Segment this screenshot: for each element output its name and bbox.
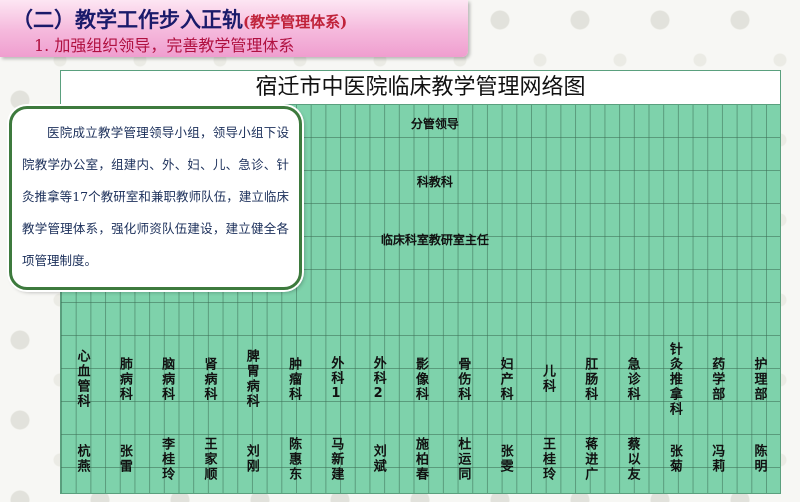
department-cell: 儿科 xyxy=(539,364,555,394)
director-name-cell: 王家顺 xyxy=(201,436,217,482)
chart-title: 宿迁市中医院临床教学管理网络图 xyxy=(61,71,780,105)
department-cell: 脾胃病科 xyxy=(243,349,259,409)
department-cell: 脑病科 xyxy=(159,356,175,402)
slide-title-note: (教学管理体系) xyxy=(243,13,348,31)
slide-title-text: （二）教学工作步入正轨 xyxy=(12,8,243,32)
director-name-cell: 陈惠东 xyxy=(286,436,302,482)
department-cell: 心血管科 xyxy=(74,349,90,409)
director-name-cell: 杭燕 xyxy=(74,444,90,474)
department-cell: 肾病科 xyxy=(201,356,217,402)
department-cell: 护理部 xyxy=(751,356,767,402)
slide-title: （二）教学工作步入正轨(教学管理体系) xyxy=(12,4,347,34)
level-label-education-dept: 科教科 xyxy=(416,175,453,189)
department-cell: 影像科 xyxy=(413,356,428,402)
department-cell: 针灸推拿科 xyxy=(666,341,682,417)
director-name-cell: 陈明 xyxy=(751,444,767,474)
director-name-cell: 施柏春 xyxy=(413,436,428,482)
director-name-cell: 冯莉 xyxy=(709,444,725,474)
department-cell: 外科1 xyxy=(328,355,344,403)
director-name-cell: 张菊 xyxy=(666,444,682,474)
director-name-cell: 马新建 xyxy=(328,436,344,482)
department-cell: 肛肠科 xyxy=(582,356,598,402)
department-cell: 急诊科 xyxy=(624,356,640,402)
director-name-cell: 杜运同 xyxy=(455,436,471,482)
level-label-dept-directors: 临床科室教研室主任 xyxy=(380,233,489,247)
director-row: 杭燕 张雷 李桂玲 王家顺 刘刚 陈惠东 马新建 刘斌 施柏春 杜运同 张雯 王桂玲 蒋进广 蔡以友 张菊冯… xyxy=(61,429,780,489)
director-name-cell: 蔡以友 xyxy=(624,436,640,482)
department-cell: 外科2 xyxy=(370,355,386,403)
info-callout: 医院成立教学管理领导小组，领导小组下设院教学办公室，组建内、外、妇、儿、急诊、针… xyxy=(9,106,302,290)
director-name-cell: 蒋进广 xyxy=(582,436,598,482)
department-cell: 药学部 xyxy=(709,356,725,402)
director-name-cell: 李桂玲 xyxy=(159,436,175,482)
slide-subtitle: 1. 加强组织领导，完善教学管理体系 xyxy=(34,36,295,55)
director-name-cell: 王桂玲 xyxy=(539,436,555,482)
slide-header: （二）教学工作步入正轨(教学管理体系) 1. 加强组织领导，完善教学管理体系 xyxy=(0,0,468,57)
director-name-cell: 刘斌 xyxy=(370,444,386,474)
department-cell: 妇产科 xyxy=(497,356,513,402)
department-cell: 肿瘤科 xyxy=(286,356,302,402)
director-name-cell: 张雷 xyxy=(116,444,132,474)
department-row: 心血管科 肺病科 脑病科 肾病科 脾胃病科 肿瘤科 外科1 外科2 影像科 骨伤科 妇产科 儿科 肛肠科… xyxy=(61,314,780,444)
director-name-cell: 张雯 xyxy=(497,444,513,474)
info-callout-text: 医院成立教学管理领导小组，领导小组下设院教学办公室，组建内、外、妇、儿、急诊、针… xyxy=(22,125,289,268)
level-label-leader: 分管领导 xyxy=(410,117,459,131)
department-cell: 肺病科 xyxy=(116,356,132,402)
director-name-cell: 刘刚 xyxy=(243,444,259,474)
department-cell: 骨伤科 xyxy=(455,356,471,402)
